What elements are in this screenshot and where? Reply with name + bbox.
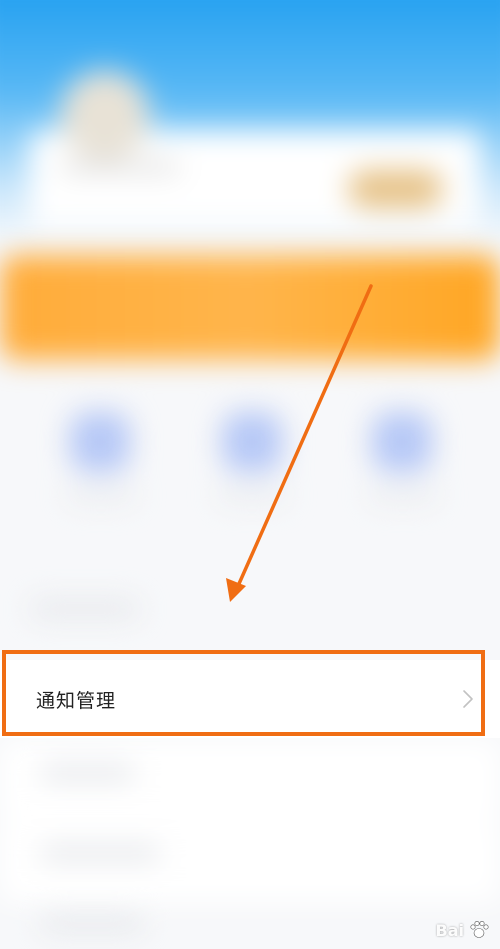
shortcut-label-1 bbox=[66, 488, 136, 502]
settings-row-label-blurred-1 bbox=[40, 765, 135, 781]
settings-row-label-blurred-3 bbox=[40, 915, 145, 931]
baidu-paw-icon bbox=[468, 919, 490, 941]
section-header bbox=[30, 600, 140, 618]
shortcut-icon-3 bbox=[372, 412, 432, 472]
shortcut-label-2 bbox=[217, 488, 287, 502]
app-screen: 通知管理 Bai bbox=[0, 0, 500, 949]
profile-name-placeholder bbox=[60, 160, 180, 174]
watermark-text: Bai bbox=[435, 920, 464, 940]
settings-row-label-blurred-2 bbox=[40, 845, 160, 861]
notification-management-row[interactable]: 通知管理 bbox=[0, 660, 500, 738]
promo-banner bbox=[0, 255, 500, 360]
watermark: Bai bbox=[436, 919, 490, 941]
avatar bbox=[60, 70, 150, 160]
settings-row-blurred-2 bbox=[0, 822, 500, 902]
shortcut-icon-1 bbox=[70, 412, 130, 472]
chevron-right-icon bbox=[462, 689, 476, 709]
notification-management-label: 通知管理 bbox=[36, 689, 117, 712]
shortcut-icon-2 bbox=[222, 412, 282, 472]
blurred-background bbox=[0, 0, 500, 949]
shortcut-label-3 bbox=[368, 488, 438, 502]
vip-badge bbox=[348, 170, 443, 208]
